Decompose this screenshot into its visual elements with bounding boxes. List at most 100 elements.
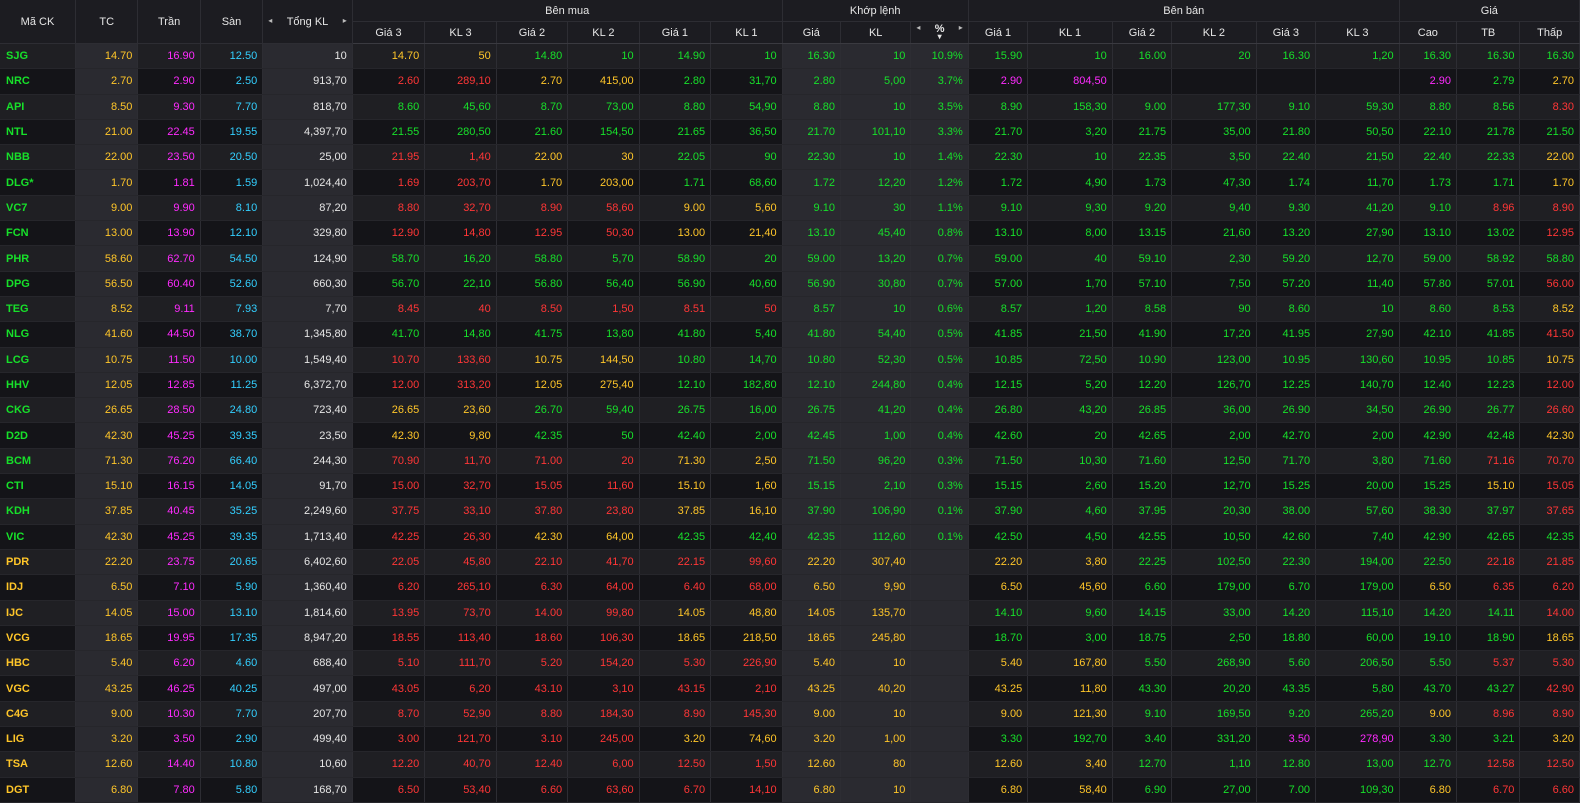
percent-right-icon[interactable]: ▸	[959, 23, 963, 32]
high-price-cell: 16.30	[1399, 43, 1458, 70]
table-row[interactable]: CKG 26.65 28.50 24.80 723,40 26.65 23,60 26.70 5…	[0, 397, 1580, 424]
buy-price-3-cell: 58.70	[352, 245, 426, 272]
ceiling-price-cell: 62.70	[137, 245, 201, 272]
buy-vol-1-cell: 21,40	[710, 220, 783, 247]
buy-price-2-cell: 6.30	[496, 574, 569, 601]
total-volume-cell: 8,947,20	[262, 625, 353, 652]
col-header-buy-price-2[interactable]: Giá 2	[496, 21, 569, 44]
percent-left-icon[interactable]: ◂	[916, 23, 920, 32]
match-vol-cell: 10	[840, 777, 912, 803]
col-header-high[interactable]: Cao	[1399, 21, 1458, 44]
sell-price-1-cell: 15.90	[968, 43, 1029, 70]
col-header-buy-vol-3[interactable]: KL 3	[424, 21, 497, 44]
match-price-cell: 41.80	[782, 321, 841, 348]
buy-price-1-cell: 8.90	[639, 701, 712, 728]
buy-vol-2-cell: 106,30	[567, 625, 640, 652]
table-row[interactable]: IJC 14.05 15.00 13.10 1,814,60 13.95 73,70 14.0…	[0, 600, 1580, 626]
table-row[interactable]: C4G 9.00 10.30 7.70 207,70 8.70 52,90 8.80 184,3…	[0, 701, 1580, 728]
table-row[interactable]: HHV 12.05 12.85 11.25 6,372,70 12.00 313,20 12.…	[0, 372, 1580, 399]
col-header-sell-vol-1[interactable]: KL 1	[1027, 21, 1113, 44]
table-row[interactable]: D2D 42.30 45.25 39.35 23,50 42.30 9,80 42.35 50 4…	[0, 422, 1580, 449]
table-row[interactable]: CTI 15.10 16.15 14.05 91,70 15.00 32,70 15.05 11…	[0, 473, 1580, 500]
table-row[interactable]: DGT 6.80 7.80 5.80 168,70 6.50 53,40 6.60 63,60 6…	[0, 777, 1580, 803]
table-row[interactable]: TEG 8.52 9.11 7.93 7,70 8.45 40 8.50 1,50 8.51 50 8…	[0, 296, 1580, 323]
col-header-buy-price-1[interactable]: Giá 1	[639, 21, 712, 44]
col-header-symbol[interactable]: Mã CK	[0, 0, 76, 44]
table-row[interactable]: SJG 14.70 16.90 12.50 10 14.70 50 14.80 10 14.90 1…	[0, 43, 1580, 70]
buy-vol-1-cell: 48,80	[710, 600, 783, 626]
table-row[interactable]: HBC 5.40 6.20 4.60 688,40 5.10 111,70 5.20 154,2…	[0, 650, 1580, 677]
average-price-cell: 43.27	[1456, 675, 1521, 702]
col-header-sell-vol-2[interactable]: KL 2	[1171, 21, 1257, 44]
floor-price-cell: 2.90	[200, 726, 264, 753]
col-header-buy-vol-2[interactable]: KL 2	[567, 21, 640, 44]
ceiling-price-cell: 3.50	[137, 726, 201, 753]
table-row[interactable]: BCM 71.30 76.20 66.40 244,30 70.90 11,70 71.00 2…	[0, 448, 1580, 475]
sell-price-2-cell: 6.90	[1112, 777, 1173, 803]
price-board-body: SJG 14.70 16.90 12.50 10 14.70 50 14.80 10 14.90 1…	[0, 43, 1580, 803]
table-row[interactable]: VC7 9.00 9.90 8.10 87,20 8.80 32,70 8.90 58,60 9.…	[0, 195, 1580, 222]
table-row[interactable]: IDJ 6.50 7.10 5.90 1,360,40 6.20 265,10 6.30 64,…	[0, 574, 1580, 601]
sort-desc-icon[interactable]: ▾	[935, 33, 945, 41]
col-header-average[interactable]: TB	[1456, 21, 1521, 44]
total-volume-cell: 6,372,70	[262, 372, 353, 399]
sell-vol-2-cell: 2,00	[1171, 422, 1257, 449]
buy-price-1-cell: 6.40	[639, 574, 712, 601]
floor-price-cell: 13.10	[200, 600, 264, 626]
table-row[interactable]: VGC 43.25 46.25 40.25 497,00 43.05 6,20 43.10 3,…	[0, 675, 1580, 702]
match-vol-cell: 52,30	[840, 347, 912, 373]
col-header-sell-vol-3[interactable]: KL 3	[1315, 21, 1400, 44]
match-vol-cell: 10	[840, 701, 912, 728]
high-price-cell: 42.90	[1399, 422, 1458, 449]
buy-vol-2-cell: 20	[567, 448, 640, 475]
col-header-sell-price-2[interactable]: Giá 2	[1112, 21, 1173, 44]
match-percent-cell	[910, 600, 969, 626]
sell-price-1-cell: 41.85	[968, 321, 1029, 348]
col-header-total-volume[interactable]: ◂ Tổng KL ▸	[262, 0, 353, 44]
col-header-sell-price-1[interactable]: Giá 1	[968, 21, 1029, 44]
table-row[interactable]: KDH 37.85 40.45 35.25 2,249,60 37.75 33,10 37.8…	[0, 498, 1580, 525]
col-header-match-price[interactable]: Giá	[782, 21, 841, 44]
floor-price-cell: 54.50	[200, 245, 264, 272]
table-row[interactable]: LCG 10.75 11.50 10.00 1,549,40 10.70 133,60 10.…	[0, 347, 1580, 373]
reference-price-cell: 58.60	[75, 245, 139, 272]
table-row[interactable]: API 8.50 9.30 7.70 818,70 8.60 45,60 8.70 73,00 8…	[0, 94, 1580, 120]
symbol-cell: KDH	[0, 498, 76, 525]
floor-price-cell: 20.65	[200, 549, 264, 576]
match-price-cell: 9.00	[782, 701, 841, 728]
table-row[interactable]: NRC 2.70 2.90 2.50 913,70 2.60 289,10 2.70 415,0…	[0, 68, 1580, 95]
table-row[interactable]: PDR 22.20 23.75 20.65 6,402,60 22.05 45,80 22.1…	[0, 549, 1580, 576]
scroll-left-icon[interactable]: ◂	[268, 16, 272, 25]
table-row[interactable]: DLG* 1.70 1.81 1.59 1,024,40 1.69 203,70 1.70 20…	[0, 169, 1580, 196]
col-header-buy-vol-1[interactable]: KL 1	[710, 21, 783, 44]
buy-vol-1-cell: 99,60	[710, 549, 783, 576]
scroll-right-icon[interactable]: ▸	[343, 16, 347, 25]
table-row[interactable]: TSA 12.60 14.40 10.80 10,60 12.20 40,70 12.40 6,…	[0, 751, 1580, 778]
col-header-match-percent[interactable]: ◂ % ▾ ▸	[910, 21, 969, 44]
ceiling-price-cell: 23.50	[137, 144, 201, 171]
table-row[interactable]: FCN 13.00 13.90 12.10 329,80 12.90 14,80 12.95 5…	[0, 220, 1580, 247]
table-row[interactable]: DPG 56.50 60.40 52.60 660,30 56.70 22,10 56.80 5…	[0, 271, 1580, 297]
table-row[interactable]: NLG 41.60 44.50 38.70 1,345,80 41.70 14,80 41.7…	[0, 321, 1580, 348]
reference-price-cell: 13.00	[75, 220, 139, 247]
table-row[interactable]: PHR 58.60 62.70 54.50 124,90 58.70 16,20 58.80 5…	[0, 245, 1580, 272]
col-header-match-vol[interactable]: KL	[840, 21, 912, 44]
sell-vol-1-cell: 9,30	[1027, 195, 1113, 222]
total-volume-cell: 87,20	[262, 195, 353, 222]
table-row[interactable]: NTL 21.00 22.45 19.55 4,397,70 21.55 280,50 21.…	[0, 119, 1580, 146]
col-header-floor[interactable]: Sàn	[200, 0, 264, 44]
table-row[interactable]: VIC 42.30 45.25 39.35 1,713,40 42.25 26,30 42.3…	[0, 524, 1580, 550]
sell-vol-2-cell: 33,00	[1171, 600, 1257, 626]
table-row[interactable]: LIG 3.20 3.50 2.90 499,40 3.00 121,70 3.10 245,0…	[0, 726, 1580, 753]
col-header-ceiling[interactable]: Trần	[137, 0, 201, 44]
sell-price-3-cell: 3.50	[1256, 726, 1317, 753]
col-header-low[interactable]: Thấp	[1519, 21, 1580, 44]
col-header-reference[interactable]: TC	[75, 0, 139, 44]
col-header-buy-price-3[interactable]: Giá 3	[352, 21, 426, 44]
col-header-sell-price-3[interactable]: Giá 3	[1256, 21, 1317, 44]
table-row[interactable]: NBB 22.00 23.50 20.50 25,00 21.95 1,40 22.00 30 2…	[0, 144, 1580, 171]
table-row[interactable]: VCG 18.65 19.95 17.35 8,947,20 18.55 113,40 18.…	[0, 625, 1580, 652]
sell-price-3-cell: 5.60	[1256, 650, 1317, 677]
high-price-cell: 38.30	[1399, 498, 1458, 525]
match-percent-cell: 0.4%	[910, 372, 969, 399]
